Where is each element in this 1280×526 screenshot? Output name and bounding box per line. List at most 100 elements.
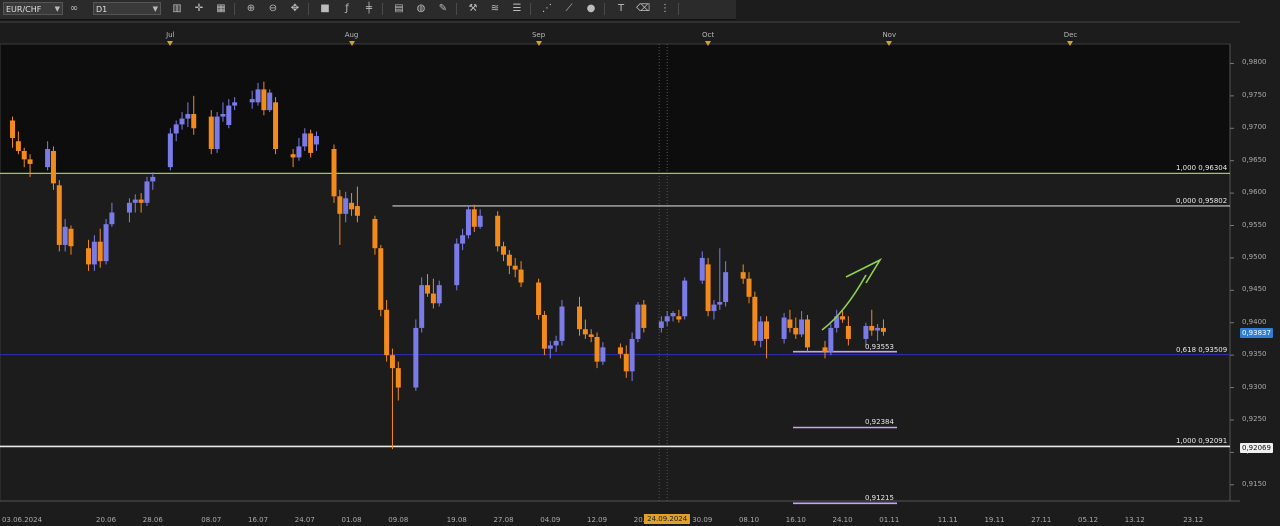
candle-body [425,285,431,294]
date-tick-label: 13.12 [1124,516,1145,524]
price-chart[interactable] [0,0,1280,526]
candle-body [413,327,419,388]
crosshair-date-badge: 24.09.2024 [644,514,691,524]
month-label: Dec [1063,31,1078,39]
candle-body [214,116,220,150]
candle-body [290,154,296,158]
month-marker-icon [167,41,174,46]
candle-body [138,199,144,203]
candle-body [378,248,384,310]
fibo-level-label: 1,000 0,92091 [1176,437,1228,446]
candle-body [506,254,512,266]
fibo-level-label: 1,000 0,96304 [1176,164,1228,173]
candle-body [799,319,805,335]
month-label: Aug [344,31,359,39]
candle-body [331,149,337,197]
date-tick-label: 19.08 [446,516,467,524]
candle-body [45,149,51,168]
date-tick-label: 30.09 [692,516,713,524]
candle-body [91,241,97,265]
month-marker-icon [705,41,712,46]
candle-body [512,265,518,270]
candle-body [389,355,395,369]
date-tick-label: 03.06.2024 [1,516,43,524]
candle-body [191,114,197,129]
candle-body [50,150,56,184]
candle-body [173,124,179,134]
candle-body [781,317,787,339]
candle-body [56,185,62,245]
month-label: Jul [166,31,175,39]
candle-body [395,368,401,388]
candle-body [764,321,770,339]
candle-body [267,92,273,111]
candle-body [349,202,355,210]
candle-body [740,272,746,279]
candle-body [460,235,466,244]
candle-body [787,319,793,328]
date-tick-label: 09.08 [388,516,409,524]
date-tick-label: 12.09 [587,516,608,524]
candle-body [384,309,390,356]
date-tick-label: 24.07 [294,516,315,524]
candle-body [793,327,799,335]
month-marker-icon [1067,41,1074,46]
candle-body [658,321,664,328]
candle-body [699,257,705,281]
date-tick-label: 08.07 [201,516,222,524]
month-marker-icon [886,41,893,46]
candle-body [705,264,711,312]
price-tick-label: 0,9400 [1242,317,1267,326]
candle-body [10,120,16,138]
date-tick-label: 11.11 [937,516,958,524]
candle-body [629,338,635,372]
candle-body [249,99,255,103]
candle-body [27,159,33,164]
candle-body [641,304,647,328]
candle-body [863,325,869,339]
candle-body [536,282,542,315]
candle-body [711,304,717,312]
candle-body [354,206,360,216]
price-tick-label: 0,9550 [1242,220,1267,229]
candle-body [869,325,875,331]
date-tick-label: 20.06 [96,516,117,524]
fibo-level-label: 0,618 0,93509 [1176,345,1228,354]
candle-body [220,114,226,117]
candle-body [109,212,115,225]
price-tick-label: 0,9450 [1242,285,1267,294]
candle-body [501,246,507,255]
price-tick-label: 0,9300 [1242,382,1267,391]
candle-body [226,105,232,126]
date-tick-label: 04.09 [540,516,561,524]
price-tick-label: 0,9250 [1242,414,1267,423]
candle-body [670,313,676,317]
price-tick-label: 0,9600 [1242,188,1267,197]
candle-body [547,345,553,349]
candle-body [471,209,477,227]
candle-body [21,150,27,160]
candle-body [302,133,308,147]
candle-body [664,316,670,322]
target-label: 0,92384 [865,418,894,427]
candle-body [477,215,483,227]
candle-body [582,329,588,335]
price-tick-label: 0,9800 [1242,58,1267,67]
date-tick-label: 05.12 [1077,516,1099,524]
candle-body [617,347,623,354]
date-tick-label: 08.10 [738,516,760,524]
candle-body [261,89,267,111]
candle-body [723,272,729,302]
candle-body [103,224,109,262]
candle-body [828,327,834,352]
month-marker-icon [535,41,542,46]
candle-body [518,269,524,283]
candle-body [167,133,173,168]
candle-body [15,141,21,151]
candle-body [179,118,185,125]
candle-body [144,181,150,203]
candle-body [208,116,214,150]
target-label: 0,91215 [865,494,894,503]
candle-body [553,340,559,346]
candle-body [313,136,319,145]
